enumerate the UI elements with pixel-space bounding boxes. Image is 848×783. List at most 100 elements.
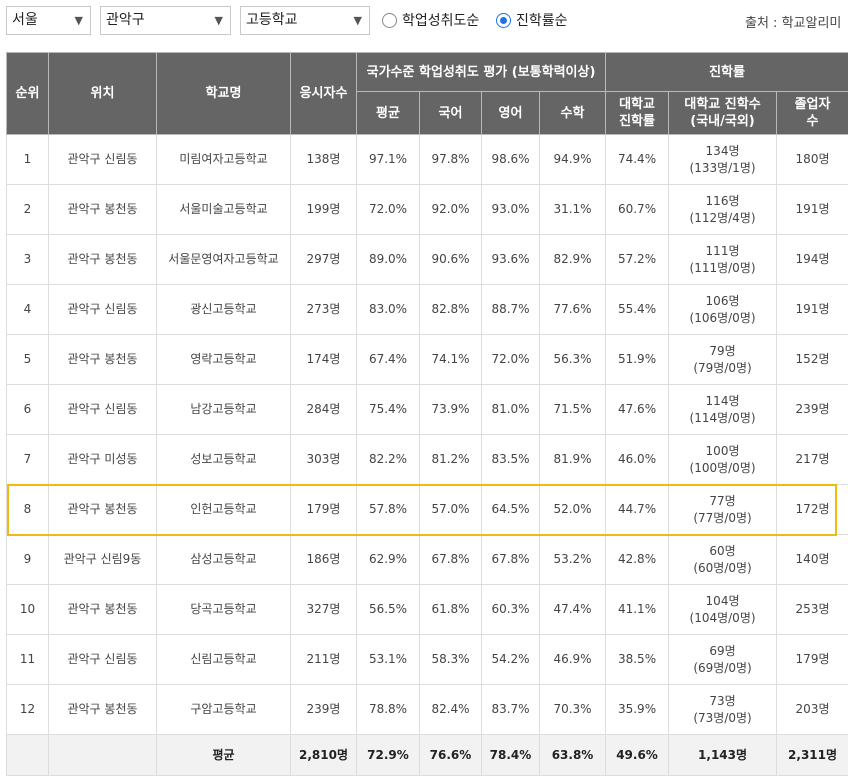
sort-achievement-label: 학업성취도순	[402, 13, 480, 29]
univ-count-cell: 73명 (73명/0명)	[668, 684, 778, 735]
math-cell: 56.3%	[538, 334, 607, 385]
sort-achievement-option[interactable]: 학업성취도순	[382, 10, 479, 30]
math-cell: 31.1%	[538, 184, 607, 235]
avg-cell: 67.4%	[356, 334, 420, 385]
univ-count-cell: 111명 (111명/0명)	[668, 234, 778, 285]
table-row[interactable]: 5 관악구 봉천동 영락고등학교 174명 67.4% 74.1% 72.0% 56.3% 51…	[6, 334, 848, 385]
header-school: 학교명	[156, 52, 291, 135]
table-row[interactable]: 3 관악구 봉천동 서울문영여자고등학교 297명 89.0% 90.6% 93.6% 82.…	[6, 234, 848, 285]
math-cell: 81.9%	[538, 434, 607, 485]
school-type-select[interactable]: 고등학교 ▼	[240, 6, 370, 35]
region-select[interactable]: 서울 ▼	[6, 6, 91, 35]
math-cell: 77.6%	[538, 284, 607, 335]
rank-cell: 8	[6, 484, 49, 535]
table-row[interactable]: 1 관악구 신림동 미림여자고등학교 138명 97.1% 97.8% 98.6% 94.9%…	[6, 134, 848, 185]
chevron-down-icon: ▼	[74, 14, 83, 27]
univ-rate-cell: 57.2%	[605, 234, 670, 285]
school-ranking-table: 순위 위치 학교명 응시자수 국가수준 학업성취도 평가 (보통학력이상) 진학…	[6, 52, 848, 776]
univ-count-cell: 100명 (100명/0명)	[668, 434, 778, 485]
univ-rate-cell: 38.5%	[605, 634, 670, 685]
english-cell: 93.6%	[481, 234, 540, 285]
graduates-cell: 179명	[776, 634, 848, 685]
header-applicants: 응시자수	[290, 52, 357, 135]
applicants-cell: 273명	[290, 284, 357, 335]
location-cell: 관악구 신림동	[48, 384, 157, 435]
univ-rate-cell: 74.4%	[605, 134, 670, 185]
district-select[interactable]: 관악구 ▼	[100, 6, 231, 35]
math-cell: 46.9%	[538, 634, 607, 685]
school-name-cell: 서울미술고등학교	[156, 184, 291, 235]
univ-rate-cell: 51.9%	[605, 334, 670, 385]
radio-unchecked-icon[interactable]	[382, 12, 397, 28]
school-name-cell: 구암고등학교	[156, 684, 291, 735]
header-univ-rate: 대학교 진학률	[605, 91, 670, 135]
region-select-value: 서울	[12, 12, 38, 28]
univ-rate-cell: 41.1%	[605, 584, 670, 635]
english-cell: 64.5%	[481, 484, 540, 535]
graduates-cell: 172명	[776, 484, 848, 535]
applicants-cell: 174명	[290, 334, 357, 385]
table-row[interactable]: 8 관악구 봉천동 인헌고등학교 179명 57.8% 57.0% 64.5% 52.0% 44…	[6, 484, 848, 535]
avg-cell: 72.0%	[356, 184, 420, 235]
applicants-cell: 297명	[290, 234, 357, 285]
korean-cell: 61.8%	[419, 584, 482, 635]
korean-cell: 81.2%	[419, 434, 482, 485]
english-cell: 98.6%	[481, 134, 540, 185]
school-name-cell: 인헌고등학교	[156, 484, 291, 535]
rank-cell: 10	[6, 584, 49, 635]
school-name-cell: 광신고등학교	[156, 284, 291, 335]
location-cell: 관악구 신림9동	[48, 534, 157, 585]
table-row[interactable]: 9 관악구 신림9동 삼성고등학교 186명 62.9% 67.8% 67.8% 53.2% 4…	[6, 534, 848, 585]
table-row[interactable]: 12 관악구 봉천동 구암고등학교 239명 78.8% 82.4% 83.7% 70.3% 3…	[6, 684, 848, 735]
applicants-cell: 138명	[290, 134, 357, 185]
avg-cell: 78.8%	[356, 684, 420, 735]
header-univ-count: 대학교 진학수 (국내/국외)	[668, 91, 778, 135]
average-rank-cell	[6, 734, 49, 776]
rank-cell: 9	[6, 534, 49, 585]
average-label: 평균	[156, 734, 291, 776]
univ-count-cell: 60명 (60명/0명)	[668, 534, 778, 585]
avg-cell: 82.2%	[356, 434, 420, 485]
table-row[interactable]: 7 관악구 미성동 성보고등학교 303명 82.2% 81.2% 83.5% 81.9% 46…	[6, 434, 848, 485]
univ-rate-cell: 44.7%	[605, 484, 670, 535]
graduates-cell: 239명	[776, 384, 848, 435]
school-name-cell: 당곡고등학교	[156, 584, 291, 635]
chevron-down-icon: ▼	[214, 14, 223, 27]
avg-cell: 97.1%	[356, 134, 420, 185]
table-body: 1 관악구 신림동 미림여자고등학교 138명 97.1% 97.8% 98.6% 94.9%…	[6, 134, 848, 735]
math-cell: 94.9%	[538, 134, 607, 185]
univ-count-cell: 134명 (133명/1명)	[668, 134, 778, 185]
table-row[interactable]: 11 관악구 신림동 신림고등학교 211명 53.1% 58.3% 54.2% 46.9% 3…	[6, 634, 848, 685]
rank-cell: 7	[6, 434, 49, 485]
avg-cell: 83.0%	[356, 284, 420, 335]
radio-checked-icon[interactable]	[496, 12, 511, 28]
header-english: 영어	[481, 91, 540, 135]
univ-rate-cell: 35.9%	[605, 684, 670, 735]
rank-cell: 3	[6, 234, 49, 285]
school-name-cell: 미림여자고등학교	[156, 134, 291, 185]
graduates-cell: 140명	[776, 534, 848, 585]
district-select-value: 관악구	[106, 12, 145, 28]
korean-cell: 97.8%	[419, 134, 482, 185]
applicants-cell: 284명	[290, 384, 357, 435]
english-cell: 60.3%	[481, 584, 540, 635]
avg-cell: 56.5%	[356, 584, 420, 635]
applicants-cell: 303명	[290, 434, 357, 485]
korean-cell: 74.1%	[419, 334, 482, 385]
school-name-cell: 신림고등학교	[156, 634, 291, 685]
location-cell: 관악구 봉천동	[48, 234, 157, 285]
english-cell: 81.0%	[481, 384, 540, 435]
univ-count-cell: 79명 (79명/0명)	[668, 334, 778, 385]
sort-admission-option[interactable]: 진학률순	[496, 10, 568, 30]
math-cell: 71.5%	[538, 384, 607, 435]
table-row[interactable]: 10 관악구 봉천동 당곡고등학교 327명 56.5% 61.8% 60.3% 47.4% 4…	[6, 584, 848, 635]
table-row[interactable]: 6 관악구 신림동 남강고등학교 284명 75.4% 73.9% 81.0% 71.5% 47…	[6, 384, 848, 435]
english-cell: 88.7%	[481, 284, 540, 335]
table-row[interactable]: 4 관악구 신림동 광신고등학교 273명 83.0% 82.8% 88.7% 77.6% 55…	[6, 284, 848, 335]
school-name-cell: 삼성고등학교	[156, 534, 291, 585]
applicants-cell: 211명	[290, 634, 357, 685]
univ-rate-cell: 60.7%	[605, 184, 670, 235]
average-avg: 72.9%	[356, 734, 420, 776]
table-row[interactable]: 2 관악구 봉천동 서울미술고등학교 199명 72.0% 92.0% 93.0% 31.1%…	[6, 184, 848, 235]
header-korean: 국어	[419, 91, 482, 135]
